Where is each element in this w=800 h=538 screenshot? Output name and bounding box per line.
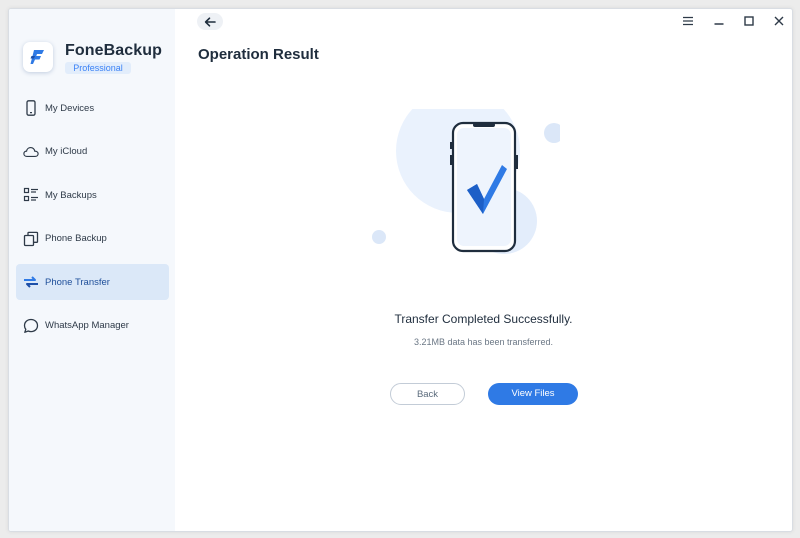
fonebackup-logo-icon	[30, 50, 44, 64]
maximize-button[interactable]	[741, 13, 757, 29]
main-panel: Operation Result Transfer Completed Succ…	[175, 9, 792, 531]
sidebar-item-label: WhatsApp Manager	[45, 320, 129, 331]
minimize-button[interactable]	[711, 13, 727, 29]
arrow-left-icon	[204, 16, 216, 27]
sidebar-item-whatsapp-manager[interactable]: WhatsApp Manager	[16, 308, 169, 344]
sidebar-item-phone-backup[interactable]: Phone Backup	[16, 221, 169, 257]
view-files-button[interactable]: View Files	[488, 383, 578, 405]
sidebar-item-phone-transfer[interactable]: Phone Transfer	[16, 264, 169, 300]
transfer-arrows-icon	[23, 274, 39, 290]
sidebar-item-my-icloud[interactable]: My iCloud	[16, 134, 169, 170]
sidebar-item-label: My Devices	[45, 102, 95, 114]
app-name: FoneBackup	[65, 42, 163, 59]
sidebar-item-label: My iCloud	[45, 146, 88, 157]
edition-badge: Professional	[65, 62, 131, 74]
result-subtitle: 3.21MB data has been transferred.	[413, 337, 554, 347]
maximize-icon	[744, 16, 754, 26]
sidebar-item-my-backups[interactable]: My Backups	[16, 177, 169, 213]
phone-outline-icon	[23, 100, 39, 116]
page-title: Operation Result	[198, 46, 319, 63]
sidebar-item-label: Phone Backup	[45, 233, 107, 244]
sidebar-nav: My Devices My iCloud My Backups Phone Ba…	[16, 90, 169, 351]
hamburger-menu-icon	[683, 16, 693, 26]
minimize-icon	[714, 23, 724, 25]
cloud-icon	[23, 144, 39, 160]
app-logo	[23, 42, 53, 72]
app-window: FoneBackup Professional My Devices My iC…	[8, 8, 793, 532]
sidebar: FoneBackup Professional My Devices My iC…	[9, 9, 175, 531]
close-icon	[774, 16, 784, 26]
sidebar-item-label: My Backups	[45, 189, 97, 201]
back-button[interactable]: Back	[390, 383, 465, 405]
result-title: Transfer Completed Successfully.	[394, 312, 573, 326]
close-button[interactable]	[771, 13, 787, 29]
menu-button[interactable]	[680, 13, 696, 29]
copy-icon	[23, 231, 39, 247]
sidebar-item-my-devices[interactable]: My Devices	[16, 90, 169, 126]
backups-list-icon	[23, 187, 39, 203]
back-arrow-button[interactable]	[197, 13, 223, 30]
chat-bubble-icon	[23, 318, 39, 334]
phone-success-illustration	[372, 109, 560, 254]
sidebar-item-label: Phone Transfer	[45, 276, 110, 288]
